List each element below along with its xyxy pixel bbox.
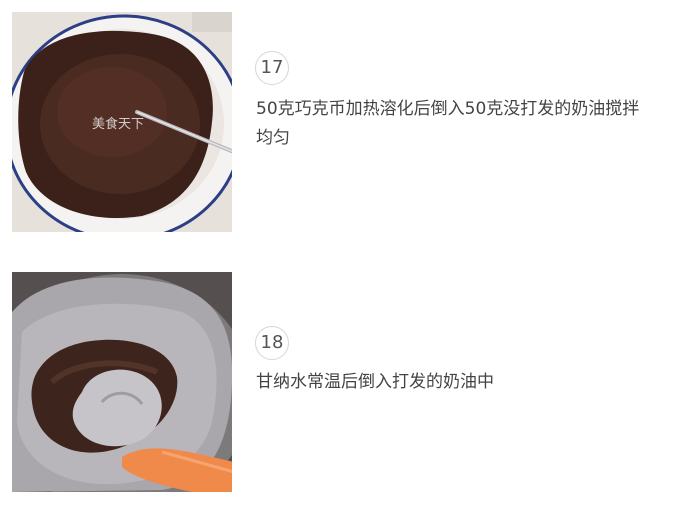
melted-chocolate-bowl-image: 美食天下 (12, 12, 232, 232)
step-number-badge: 17 (255, 51, 289, 85)
recipe-step-18: 18 甘纳水常温后倒入打发的奶油中 (0, 260, 690, 505)
recipe-step-17: 美食天下 17 50克巧克币加热溶化后倒入50克没打发的奶油搅拌均匀 (0, 0, 690, 250)
step-photo-melted-chocolate: 美食天下 (12, 12, 232, 232)
step-description: 50克巧克币加热溶化后倒入50克没打发的奶油搅拌均匀 (256, 99, 640, 148)
watermark-text: 美食天下 (92, 116, 144, 132)
cream-mixing-bowl-image (12, 272, 232, 492)
step-photo-cream-mixing (12, 272, 232, 492)
step-number-badge: 18 (255, 326, 289, 360)
step-description: 甘纳水常温后倒入打发的奶油中 (256, 372, 494, 392)
